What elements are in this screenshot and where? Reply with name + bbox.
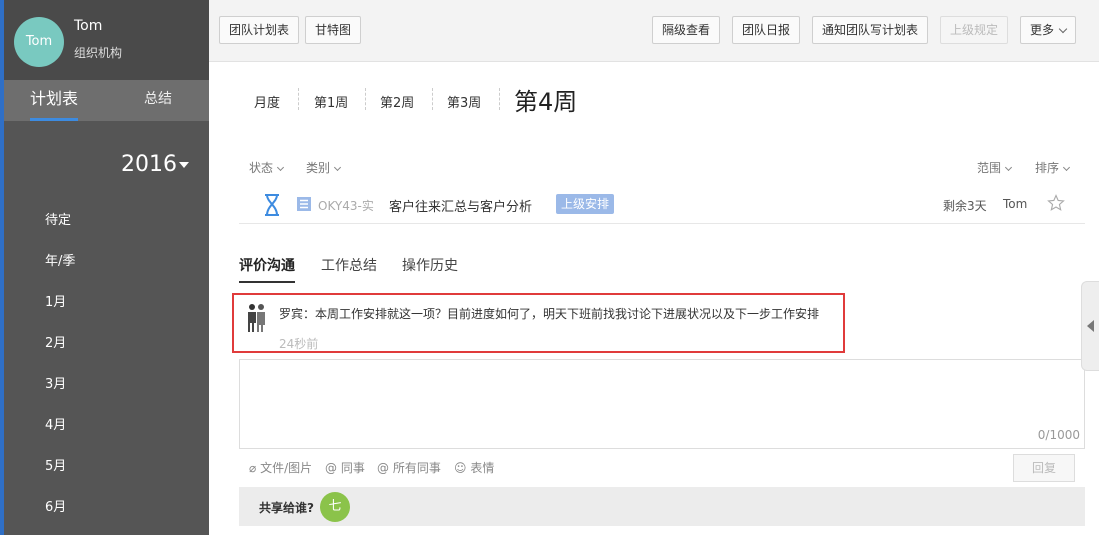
gantt-button[interactable]: 甘特图 bbox=[305, 16, 362, 44]
category-filter-label: 类别 bbox=[306, 161, 331, 175]
superior-rule-button[interactable]: 上级规定 bbox=[940, 16, 1009, 44]
team-daily-button[interactable]: 团队日报 bbox=[732, 16, 801, 44]
more-button[interactable]: 更多 bbox=[1020, 16, 1077, 44]
task-row[interactable]: OKY43-实 客户往来汇总与客户分析 上级安排 剩余3天 Tom bbox=[239, 186, 1085, 224]
comment-time: 24秒前 bbox=[279, 337, 319, 351]
divider bbox=[298, 88, 299, 110]
user-name: Tom bbox=[74, 18, 103, 34]
comment-item: 罗宾：本周工作安排就这一项？目前进度如何了，明天下班前找我讨论下进展状况以及下一… bbox=[232, 293, 845, 353]
chevron-down-icon bbox=[333, 163, 342, 172]
commenter-avatar[interactable] bbox=[243, 301, 269, 333]
emoji-button[interactable]: ☺ 表情 bbox=[454, 459, 494, 476]
caret-left-icon bbox=[1087, 320, 1094, 332]
emoji-label: 表情 bbox=[470, 461, 495, 475]
tab-history[interactable]: 操作历史 bbox=[402, 255, 458, 275]
chevron-down-icon bbox=[1062, 163, 1071, 172]
week-current[interactable]: 第4周 bbox=[514, 82, 577, 117]
divider bbox=[365, 88, 366, 110]
tab-review[interactable]: 评价沟通 bbox=[239, 255, 295, 283]
tab-work-summary[interactable]: 工作总结 bbox=[321, 255, 377, 275]
year-selector[interactable]: 2016 bbox=[121, 152, 189, 177]
status-badge: 上级安排 bbox=[556, 194, 615, 214]
more-label: 更多 bbox=[1030, 23, 1055, 37]
at-icon: @ bbox=[325, 461, 337, 475]
sidebar-item-jan[interactable]: 1月 bbox=[45, 291, 66, 310]
category-filter[interactable]: 类别 bbox=[306, 159, 342, 176]
sidebar-item-pending[interactable]: 待定 bbox=[45, 209, 71, 228]
emoji-icon: ☺ bbox=[454, 461, 467, 475]
char-counter: 0/1000 bbox=[1037, 428, 1080, 442]
list-icon bbox=[297, 197, 311, 211]
paperclip-icon: ⌀ bbox=[249, 461, 257, 475]
sidebar-item-may[interactable]: 5月 bbox=[45, 455, 66, 474]
share-bar: 共享给谁? 七 bbox=[239, 487, 1085, 526]
user-org: 组织机构 bbox=[74, 46, 123, 60]
remaining-days: 剩余3天 bbox=[943, 199, 987, 213]
attach-file-button[interactable]: ⌀ 文件/图片 bbox=[249, 459, 312, 476]
scope-filter-label: 范围 bbox=[977, 161, 1002, 175]
sort-filter[interactable]: 排序 bbox=[1035, 159, 1071, 176]
week-month[interactable]: 月度 bbox=[254, 92, 280, 111]
notify-team-button[interactable]: 通知团队写计划表 bbox=[812, 16, 929, 44]
chevron-down-icon bbox=[1004, 163, 1013, 172]
sidebar-item-mar[interactable]: 3月 bbox=[45, 373, 66, 392]
tab-plan[interactable]: 计划表 bbox=[30, 80, 79, 121]
star-icon[interactable] bbox=[1047, 194, 1065, 212]
chevron-down-icon bbox=[276, 163, 285, 172]
caret-down-icon bbox=[179, 162, 189, 168]
share-user-avatar[interactable]: 七 bbox=[320, 492, 350, 522]
attach-file-label: 文件/图片 bbox=[260, 461, 313, 475]
at-icon: @ bbox=[377, 461, 389, 475]
status-filter-label: 状态 bbox=[249, 161, 274, 175]
sort-filter-label: 排序 bbox=[1035, 161, 1060, 175]
comment-text: 罗宾：本周工作安排就这一项？目前进度如何了，明天下班前找我讨论下进展状况以及下一… bbox=[279, 307, 820, 321]
share-label: 共享给谁? bbox=[259, 501, 314, 515]
sidebar-item-jun[interactable]: 6月 bbox=[45, 496, 66, 515]
side-panel-toggle[interactable] bbox=[1081, 281, 1099, 371]
reply-submit-button[interactable]: 回复 bbox=[1013, 454, 1075, 482]
task-owner[interactable]: Tom bbox=[1003, 197, 1027, 211]
hourglass-icon bbox=[265, 194, 279, 216]
task-code: OKY43-实 bbox=[318, 199, 374, 213]
reply-textarea[interactable]: 0/1000 bbox=[239, 359, 1085, 449]
sidebar: Tom Tom 组织机构 计划表 总结 2016 待定 年/季 1月 2月 3月… bbox=[0, 0, 209, 535]
task-title[interactable]: 客户往来汇总与客户分析 bbox=[389, 196, 532, 215]
mention-colleague-button[interactable]: @ 同事 bbox=[325, 459, 365, 476]
skip-view-button[interactable]: 隔级查看 bbox=[652, 16, 721, 44]
sidebar-item-apr[interactable]: 4月 bbox=[45, 414, 66, 433]
week-2[interactable]: 第2周 bbox=[380, 92, 414, 111]
toolbar: 团队计划表 甘特图 隔级查看 团队日报 通知团队写计划表 上级规定 更多 bbox=[209, 0, 1099, 62]
divider bbox=[432, 88, 433, 110]
sidebar-tabs: 计划表 总结 bbox=[4, 80, 209, 121]
avatar[interactable]: Tom bbox=[14, 17, 64, 67]
mention-colleague-label: 同事 bbox=[340, 461, 365, 475]
divider bbox=[499, 88, 500, 110]
week-1[interactable]: 第1周 bbox=[314, 92, 348, 111]
mention-all-label: 所有同事 bbox=[392, 461, 441, 475]
status-filter[interactable]: 状态 bbox=[249, 159, 285, 176]
sidebar-item-year-quarter[interactable]: 年/季 bbox=[45, 250, 75, 269]
week-3[interactable]: 第3周 bbox=[447, 92, 481, 111]
mention-all-button[interactable]: @ 所有同事 bbox=[377, 459, 441, 476]
team-plan-button[interactable]: 团队计划表 bbox=[219, 16, 300, 44]
user-panel: Tom Tom 组织机构 bbox=[0, 0, 209, 80]
chevron-down-icon bbox=[1058, 24, 1068, 34]
tab-summary[interactable]: 总结 bbox=[144, 80, 172, 121]
sidebar-item-feb[interactable]: 2月 bbox=[45, 332, 66, 351]
year-label: 2016 bbox=[121, 152, 177, 177]
scope-filter[interactable]: 范围 bbox=[977, 159, 1013, 176]
